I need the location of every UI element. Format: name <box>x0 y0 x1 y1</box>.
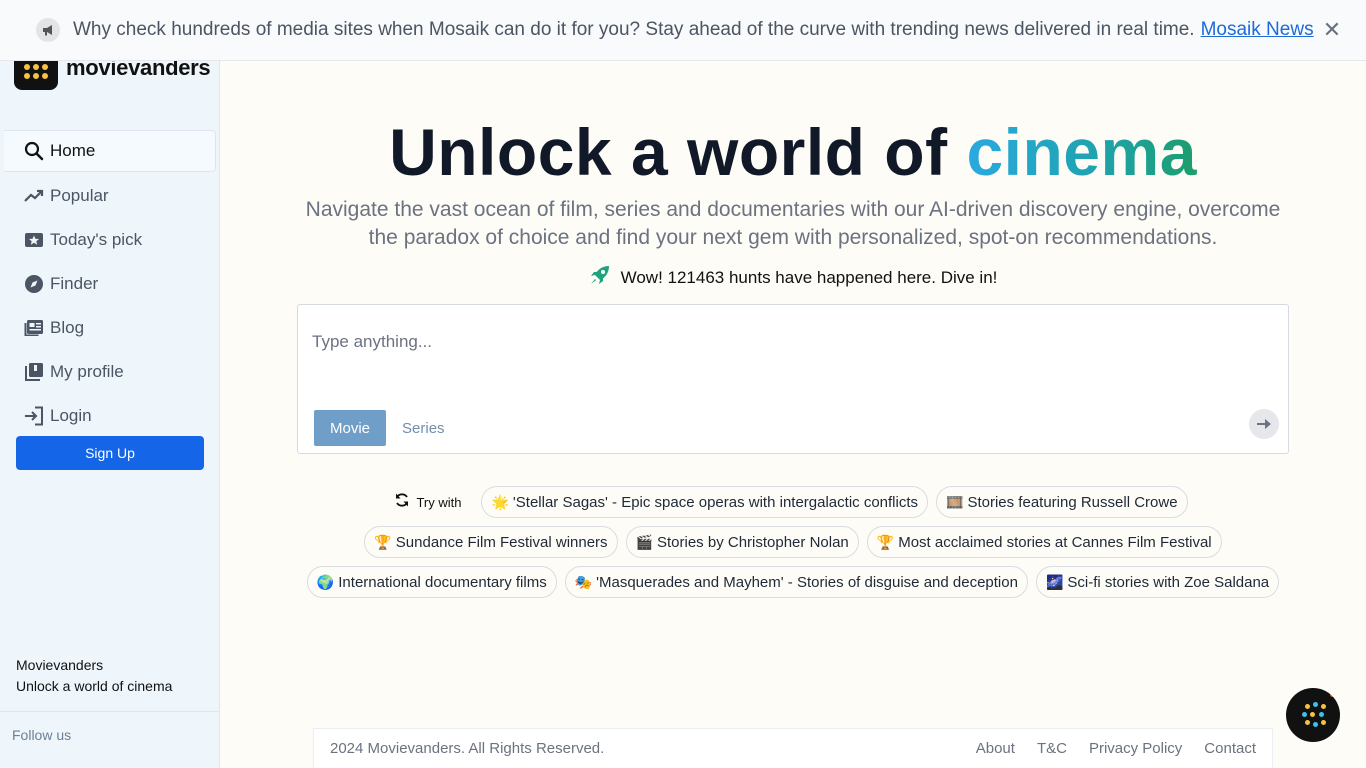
suggestion-chip[interactable]: 🎬 Stories by Christopher Nolan <box>625 526 859 558</box>
newspaper-icon <box>24 318 44 338</box>
rocket-icon <box>589 264 611 291</box>
footer-link-about[interactable]: About <box>976 740 1015 757</box>
trending-icon <box>24 186 44 206</box>
sidebar-item-blog[interactable]: Blog <box>4 306 216 350</box>
sidebar-item-label: Login <box>50 406 92 425</box>
close-icon[interactable]: ✕ <box>1320 17 1344 42</box>
suggestion-chip[interactable]: 🌌 Sci-fi stories with Zoe Saldana <box>1035 566 1280 598</box>
assistant-button[interactable] <box>1286 688 1340 742</box>
page-footer: 2024 Movievanders. All Rights Reserved. … <box>313 728 1273 768</box>
divider <box>0 711 219 712</box>
series-toggle-button[interactable]: Series <box>386 410 461 446</box>
sidebar-item-label: Finder <box>50 274 99 293</box>
sidebar: movievanders Home Popular Today's pick F… <box>0 0 220 768</box>
sidebar-item-login[interactable]: Login <box>4 394 216 438</box>
send-icon[interactable] <box>1249 409 1279 439</box>
copyright-text: 2024 Movievanders. All Rights Reserved. <box>330 740 605 757</box>
footer-link-privacy[interactable]: Privacy Policy <box>1089 740 1182 757</box>
page-subtitle: Navigate the vast ocean of film, series … <box>305 198 1281 249</box>
page-title: Unlock a world of cinema <box>220 114 1366 190</box>
title-prefix: Unlock a world of <box>389 115 948 189</box>
follow-us-link[interactable]: Follow us <box>12 727 71 743</box>
suggestions-row: 🌍 International documentary films 🎭 'Masqu… <box>220 566 1366 598</box>
sidebar-item-finder[interactable]: Finder <box>4 262 216 306</box>
search-input[interactable] <box>312 325 1212 359</box>
sidebar-item-label: Today's pick <box>50 230 143 249</box>
mosaik-news-link[interactable]: Mosaik News <box>1201 19 1314 41</box>
try-with-label: Try with <box>394 486 461 518</box>
suggestions-row: 🏆 Sundance Film Festival winners 🎬 Stories… <box>220 526 1366 558</box>
hunts-text: Wow! 121463 hunts have happened here. Di… <box>620 267 998 287</box>
title-accent: cinema <box>966 115 1197 189</box>
star-ticket-icon <box>24 230 44 250</box>
footer-link-terms[interactable]: T&C <box>1037 740 1067 757</box>
suggestion-chip[interactable]: 🎭 'Masquerades and Mayhem' - Stories of d… <box>564 566 1028 598</box>
promo-banner: Why check hundreds of media sites when M… <box>0 0 1366 61</box>
movie-toggle-button[interactable]: Movie <box>314 410 387 446</box>
sidebar-item-todays-pick[interactable]: Today's pick <box>4 218 216 262</box>
suggestions-row: Try with 🌟 'Stellar Sagas' - Epic space o… <box>220 486 1366 518</box>
suggestion-chip[interactable]: 🎞️ Stories featuring Russell Crowe <box>936 486 1188 518</box>
library-icon <box>24 362 44 382</box>
brand-tagline: Unlock a world of cinema <box>16 678 173 694</box>
refresh-icon[interactable] <box>394 492 410 512</box>
compass-icon <box>24 274 44 294</box>
login-icon <box>24 406 44 426</box>
hunts-counter: Wow! 121463 hunts have happened here. Di… <box>220 264 1366 291</box>
suggestion-chip[interactable]: 🌍 International documentary films <box>306 566 557 598</box>
suggestion-chip[interactable]: 🌟 'Stellar Sagas' - Epic space operas wit… <box>481 486 929 518</box>
sign-up-button[interactable]: Sign Up <box>16 436 204 470</box>
search-box: Movie Series <box>297 304 1289 454</box>
sidebar-item-label: Blog <box>50 318 85 337</box>
footer-link-contact[interactable]: Contact <box>1204 740 1256 757</box>
sidebar-item-home[interactable]: Home <box>4 130 216 172</box>
sidebar-item-label: My profile <box>50 362 124 381</box>
suggestion-chip[interactable]: 🏆 Most acclaimed stories at Cannes Film F… <box>866 526 1222 558</box>
megaphone-icon <box>36 18 60 42</box>
sidebar-item-label: Home <box>50 141 96 160</box>
type-toggle: Movie Series <box>314 410 461 446</box>
sidebar-item-my-profile[interactable]: My profile <box>4 350 216 394</box>
sidebar-item-popular[interactable]: Popular <box>4 174 216 218</box>
sidebar-nav: Home Popular Today's pick Finder Blog My… <box>4 130 216 438</box>
banner-text: Why check hundreds of media sites when M… <box>73 19 1195 40</box>
search-icon <box>24 141 44 161</box>
sidebar-brand: Movievanders Unlock a world of cinema <box>16 655 172 697</box>
sidebar-item-label: Popular <box>50 186 109 205</box>
notification-badge <box>1330 692 1335 697</box>
brand-name: Movievanders <box>16 657 104 673</box>
suggestion-chip[interactable]: 🏆 Sundance Film Festival winners <box>364 526 618 558</box>
